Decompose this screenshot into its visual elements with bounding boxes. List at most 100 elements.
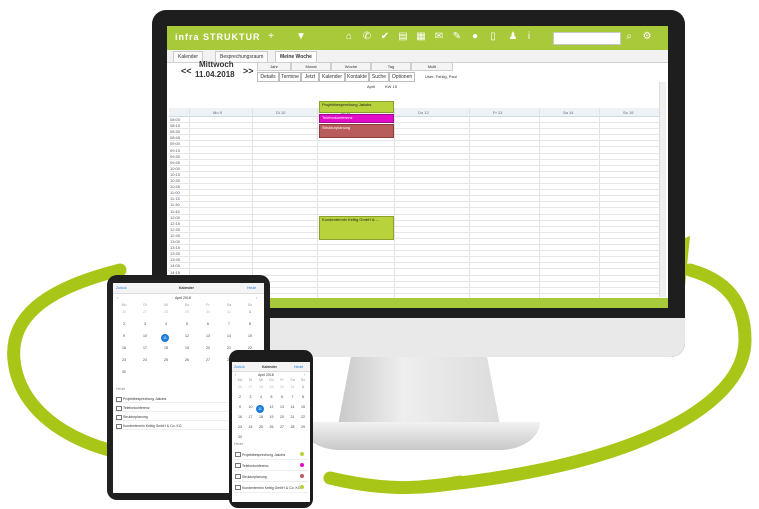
- suche-button[interactable]: Suche: [369, 72, 389, 82]
- view-jahr-button[interactable]: Jahr: [257, 62, 291, 71]
- prev-button[interactable]: <<: [181, 66, 192, 76]
- chat-icon[interactable]: ●: [469, 31, 481, 43]
- user-icon[interactable]: ♟: [507, 31, 519, 43]
- calendar-day[interactable]: 30: [203, 310, 213, 314]
- calendar-day[interactable]: 30: [277, 385, 287, 389]
- calendar-day[interactable]: 29: [267, 385, 277, 389]
- calendar-day[interactable]: 20: [277, 415, 287, 419]
- calendar-day[interactable]: 14: [288, 405, 298, 409]
- calendar-day[interactable]: 8: [298, 395, 308, 399]
- calendar-day[interactable]: 16: [119, 346, 129, 350]
- calendar-day[interactable]: 20: [203, 346, 213, 350]
- calendar-day[interactable]: 9: [235, 405, 245, 409]
- calendar-day[interactable]: 26: [267, 425, 277, 429]
- calendar-day[interactable]: 28: [256, 385, 266, 389]
- tablet-today-button[interactable]: Heute: [247, 286, 256, 290]
- calendar-day[interactable]: 7: [224, 322, 234, 326]
- edit-icon[interactable]: ✎: [451, 31, 463, 43]
- event-kundentermin[interactable]: Kundentermin Kettig GmbH & ...: [319, 216, 394, 240]
- calendar-day[interactable]: 25: [161, 358, 171, 362]
- event-telefonkonferenz[interactable]: Telefonkonferenz: [319, 114, 394, 123]
- add-icon[interactable]: +: [265, 31, 277, 43]
- event-projektbesprechung[interactable]: Projektbesprechung Jakobs: [319, 101, 394, 113]
- calendar-day[interactable]: 1: [245, 310, 255, 314]
- filter-icon[interactable]: ▼: [295, 31, 307, 43]
- calendar-day[interactable]: 12: [182, 334, 192, 338]
- calendar-day[interactable]: 1: [298, 385, 308, 389]
- info-icon[interactable]: i: [523, 31, 535, 43]
- calendar-day[interactable]: 4: [256, 395, 266, 399]
- phone-today-button[interactable]: Heute: [294, 365, 303, 369]
- phone-back-button[interactable]: Zurück: [234, 365, 245, 369]
- calendar-day[interactable]: 15: [298, 405, 308, 409]
- calendar-day[interactable]: 27: [246, 385, 256, 389]
- list-item[interactable]: Kundentermin Kettig GmbH & Co. KG: [234, 483, 308, 493]
- calendar-day[interactable]: 5: [267, 395, 277, 399]
- calendar-day[interactable]: 24: [246, 425, 256, 429]
- calendar-day[interactable]: 22: [298, 415, 308, 419]
- calendar-day[interactable]: 21: [224, 346, 234, 350]
- calendar-day[interactable]: 27: [140, 310, 150, 314]
- calendar-day[interactable]: 14: [224, 334, 234, 338]
- calendar-day[interactable]: 24: [140, 358, 150, 362]
- file-icon[interactable]: ▯: [487, 31, 499, 43]
- calendar-day[interactable]: 6: [277, 395, 287, 399]
- calendar-day[interactable]: 12: [267, 405, 277, 409]
- list-item[interactable]: Strukturplanung: [234, 472, 308, 482]
- calendar-day[interactable]: 4: [161, 322, 171, 326]
- calendar-day[interactable]: 31: [288, 385, 298, 389]
- mail-icon[interactable]: ✉: [433, 31, 445, 43]
- calendar-day[interactable]: 11: [256, 405, 264, 413]
- calendar-day[interactable]: 3: [140, 322, 150, 326]
- calendar-day[interactable]: 28: [161, 310, 171, 314]
- calendar-day[interactable]: 2: [119, 322, 129, 326]
- calendar-day[interactable]: 11: [161, 334, 169, 342]
- calendar-day[interactable]: 16: [235, 415, 245, 419]
- list-item[interactable]: Telefonkonferenz: [234, 461, 308, 471]
- calendar-day[interactable]: 19: [182, 346, 192, 350]
- calendar-day[interactable]: 18: [161, 346, 171, 350]
- tablet-back-button[interactable]: Zurück: [116, 286, 127, 290]
- calendar-day[interactable]: 29: [298, 425, 308, 429]
- phone-next-month-icon[interactable]: ›: [304, 373, 305, 377]
- calendar-day[interactable]: 26: [119, 310, 129, 314]
- calendar-day[interactable]: 3: [246, 395, 256, 399]
- view-tag-button[interactable]: Tag: [371, 62, 411, 71]
- tablet-prev-month-icon[interactable]: ‹: [117, 296, 118, 300]
- search-icon[interactable]: ⌕: [623, 31, 635, 43]
- phone-prev-month-icon[interactable]: ‹: [235, 373, 236, 377]
- calendar-day[interactable]: 26: [235, 385, 245, 389]
- list-item[interactable]: Projektbesprechung Jakobs: [234, 450, 308, 460]
- calendar-day[interactable]: 6: [203, 322, 213, 326]
- calendar-day[interactable]: 13: [203, 334, 213, 338]
- calendar-day[interactable]: 28: [288, 425, 298, 429]
- calendar-day[interactable]: 21: [288, 415, 298, 419]
- calendar-day[interactable]: 10: [140, 334, 150, 338]
- home-icon[interactable]: ⌂: [343, 31, 355, 43]
- calendar-day[interactable]: 29: [182, 310, 192, 314]
- calendar-day[interactable]: 26: [182, 358, 192, 362]
- next-button[interactable]: >>: [243, 66, 254, 76]
- view-woche-button[interactable]: Woche: [331, 62, 371, 71]
- calendar-day[interactable]: 8: [245, 322, 255, 326]
- optionen-button[interactable]: Optionen: [389, 72, 415, 82]
- calendar-day[interactable]: 31: [224, 310, 234, 314]
- view-monat-button[interactable]: Monat: [291, 62, 331, 71]
- calendar-day[interactable]: 25: [256, 425, 266, 429]
- termine-button[interactable]: Termine: [279, 72, 301, 82]
- calendar-day[interactable]: 23: [235, 425, 245, 429]
- calendar-day[interactable]: 2: [235, 395, 245, 399]
- document-icon[interactable]: ▤: [397, 31, 409, 43]
- phone-icon[interactable]: ✆: [361, 31, 373, 43]
- calendar-day[interactable]: 15: [245, 334, 255, 338]
- jetzt-button[interactable]: Jetzt: [301, 72, 319, 82]
- calendar-day[interactable]: 10: [246, 405, 256, 409]
- tab-meine-woche[interactable]: Meine Woche: [275, 51, 317, 62]
- calendar-day[interactable]: 23: [119, 358, 129, 362]
- calendar-day[interactable]: 17: [246, 415, 256, 419]
- calendar-day[interactable]: 9: [119, 334, 129, 338]
- calendar-day[interactable]: 19: [267, 415, 277, 419]
- event-strukturplanung[interactable]: Strukturplanung: [319, 124, 394, 138]
- check-icon[interactable]: ✔: [379, 31, 391, 43]
- search-input[interactable]: [553, 32, 621, 45]
